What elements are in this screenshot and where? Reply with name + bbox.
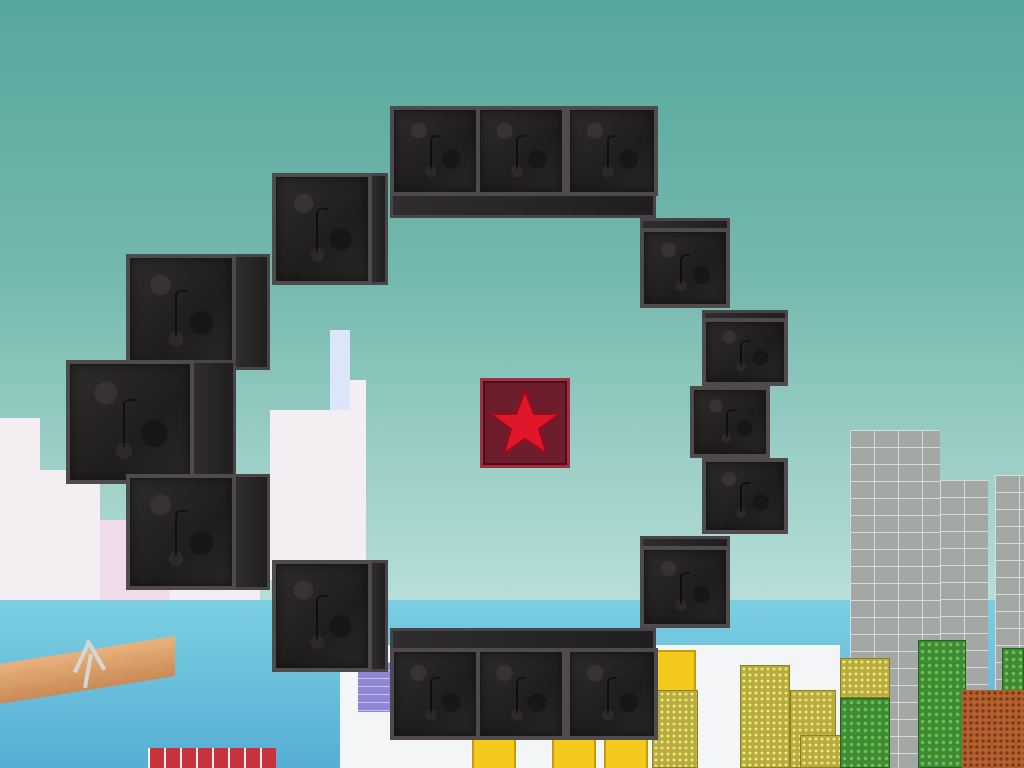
obsidian-block[interactable] [566, 648, 658, 740]
obsidian-block[interactable] [702, 318, 788, 386]
cloud [350, 380, 366, 580]
cloud [330, 330, 350, 410]
obsidian-block[interactable] [640, 228, 730, 308]
target-block[interactable] [480, 378, 570, 468]
obsidian-block[interactable] [390, 648, 480, 740]
gold-block [652, 650, 696, 694]
tnt-block [148, 748, 276, 768]
obsidian-block[interactable] [272, 173, 372, 285]
sponge-block [652, 690, 698, 768]
obsidian-block[interactable] [476, 648, 566, 740]
star-icon [488, 388, 562, 456]
sponge-block [840, 658, 890, 698]
obsidian-block[interactable] [640, 546, 730, 628]
obsidian-block[interactable] [126, 474, 236, 590]
cloud [270, 410, 350, 580]
obsidian-block-side [232, 254, 270, 370]
obsidian-block-side [232, 474, 270, 590]
obsidian-block[interactable] [702, 458, 788, 534]
cloud [0, 418, 40, 608]
dirt-block [962, 690, 1024, 768]
scene-kind: first-person block game view [0, 0, 1, 1]
obsidian-block[interactable] [272, 560, 372, 672]
sponge-block [740, 665, 790, 768]
obsidian-block[interactable] [476, 106, 566, 196]
leaf-block [840, 698, 890, 768]
obsidian-block[interactable] [126, 254, 236, 370]
obsidian-block[interactable] [390, 106, 480, 196]
obsidian-block-side [190, 360, 236, 484]
leaf-block [918, 640, 966, 768]
game-viewport[interactable]: first-person block game view [0, 0, 1024, 768]
obsidian-block[interactable] [566, 106, 658, 196]
skeleton-figure [68, 632, 112, 692]
cloud [40, 470, 100, 610]
obsidian-block[interactable] [66, 360, 194, 484]
obsidian-block[interactable] [690, 386, 770, 458]
